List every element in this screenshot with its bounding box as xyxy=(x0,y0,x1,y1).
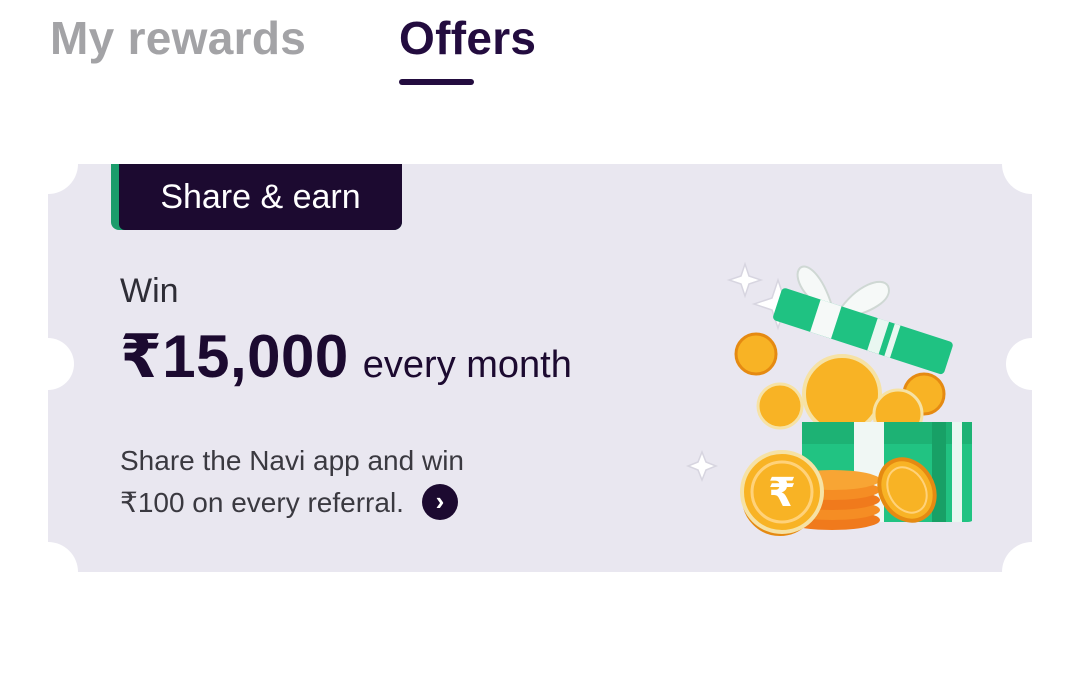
ticket-notch xyxy=(18,134,78,194)
offer-badge: Share & earn xyxy=(111,164,402,230)
svg-text:₹: ₹ xyxy=(768,470,796,516)
ticket-notch xyxy=(18,542,78,602)
reward-amount: ₹15,000 xyxy=(120,323,349,390)
ticket-notch xyxy=(1006,338,1058,390)
gift-coins-illustration: ₹ xyxy=(685,261,972,536)
reward-amount-row: ₹15,000 every month xyxy=(120,322,572,392)
offer-description-text: ₹100 on every referral. xyxy=(120,487,404,518)
tab-bar: My rewards Offers xyxy=(0,0,1080,100)
ticket-notch xyxy=(1002,134,1062,194)
ticket-notch xyxy=(1002,542,1062,602)
ticket-notch xyxy=(22,338,74,390)
active-tab-indicator xyxy=(399,79,474,85)
offer-description: Share the Navi app and win ₹100 on every… xyxy=(120,440,464,524)
tab-my-rewards[interactable]: My rewards xyxy=(50,8,306,68)
chevron-right-icon[interactable]: › xyxy=(421,483,458,520)
offer-badge-label: Share & earn xyxy=(119,164,402,230)
offer-description-line: ₹100 on every referral. › xyxy=(120,482,464,524)
win-label: Win xyxy=(120,272,179,310)
share-earn-offer-card[interactable]: Share & earn Win ₹15,000 every month Shar… xyxy=(18,134,1062,602)
tab-offers[interactable]: Offers xyxy=(399,8,536,68)
offer-description-line: Share the Navi app and win xyxy=(120,445,464,476)
reward-period: every month xyxy=(362,344,572,386)
